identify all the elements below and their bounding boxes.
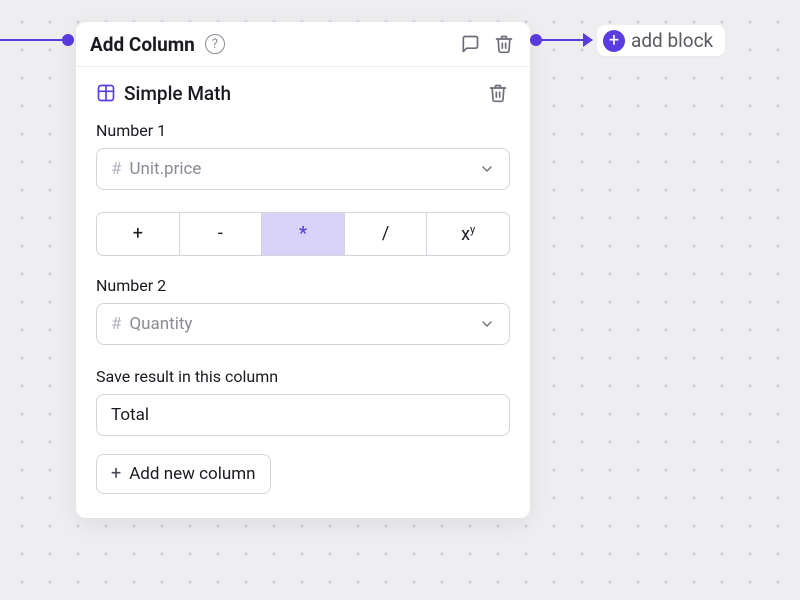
hash-icon: # (111, 314, 121, 334)
operator-power[interactable]: xy (427, 213, 509, 255)
plus-icon: + (111, 465, 121, 483)
connector-right-arrow-icon (583, 33, 593, 47)
section-title: Simple Math (124, 82, 231, 105)
connector-left-port[interactable] (62, 34, 74, 46)
card-title: Add Column (90, 33, 195, 56)
section-trash-icon[interactable] (486, 81, 510, 105)
operator-minus[interactable]: - (180, 213, 263, 255)
number2-select[interactable]: # Quantity (96, 303, 510, 345)
calculator-icon (96, 83, 116, 103)
operator-times[interactable]: * (262, 213, 345, 255)
section-header: Simple Math (76, 67, 530, 113)
add-block-label: add block (631, 29, 713, 52)
add-new-column-button[interactable]: + Add new column (96, 454, 271, 494)
card-header: Add Column ? (76, 22, 530, 66)
save-column-input[interactable] (96, 394, 510, 436)
number1-value: Unit.price (129, 159, 201, 179)
add-column-card: Add Column ? Simple Math Number 1 # Unit… (76, 22, 530, 518)
number2-label: Number 2 (96, 276, 510, 295)
number2-value: Quantity (129, 314, 192, 334)
save-column-label: Save result in this column (96, 367, 510, 386)
trash-icon[interactable] (492, 32, 516, 56)
add-new-column-label: Add new column (129, 464, 255, 484)
comment-icon[interactable] (458, 32, 482, 56)
connector-right-line (540, 39, 588, 41)
plus-circle-icon: + (603, 30, 625, 52)
add-block-button[interactable]: + add block (597, 25, 725, 56)
chevron-down-icon (479, 316, 495, 332)
number1-select[interactable]: # Unit.price (96, 148, 510, 190)
number1-label: Number 1 (96, 121, 510, 140)
hash-icon: # (111, 159, 121, 179)
operator-row: + - * / xy (96, 212, 510, 256)
chevron-down-icon (479, 161, 495, 177)
operator-divide[interactable]: / (345, 213, 428, 255)
connector-left-line (0, 39, 68, 41)
operator-plus[interactable]: + (97, 213, 180, 255)
help-icon[interactable]: ? (205, 34, 225, 54)
